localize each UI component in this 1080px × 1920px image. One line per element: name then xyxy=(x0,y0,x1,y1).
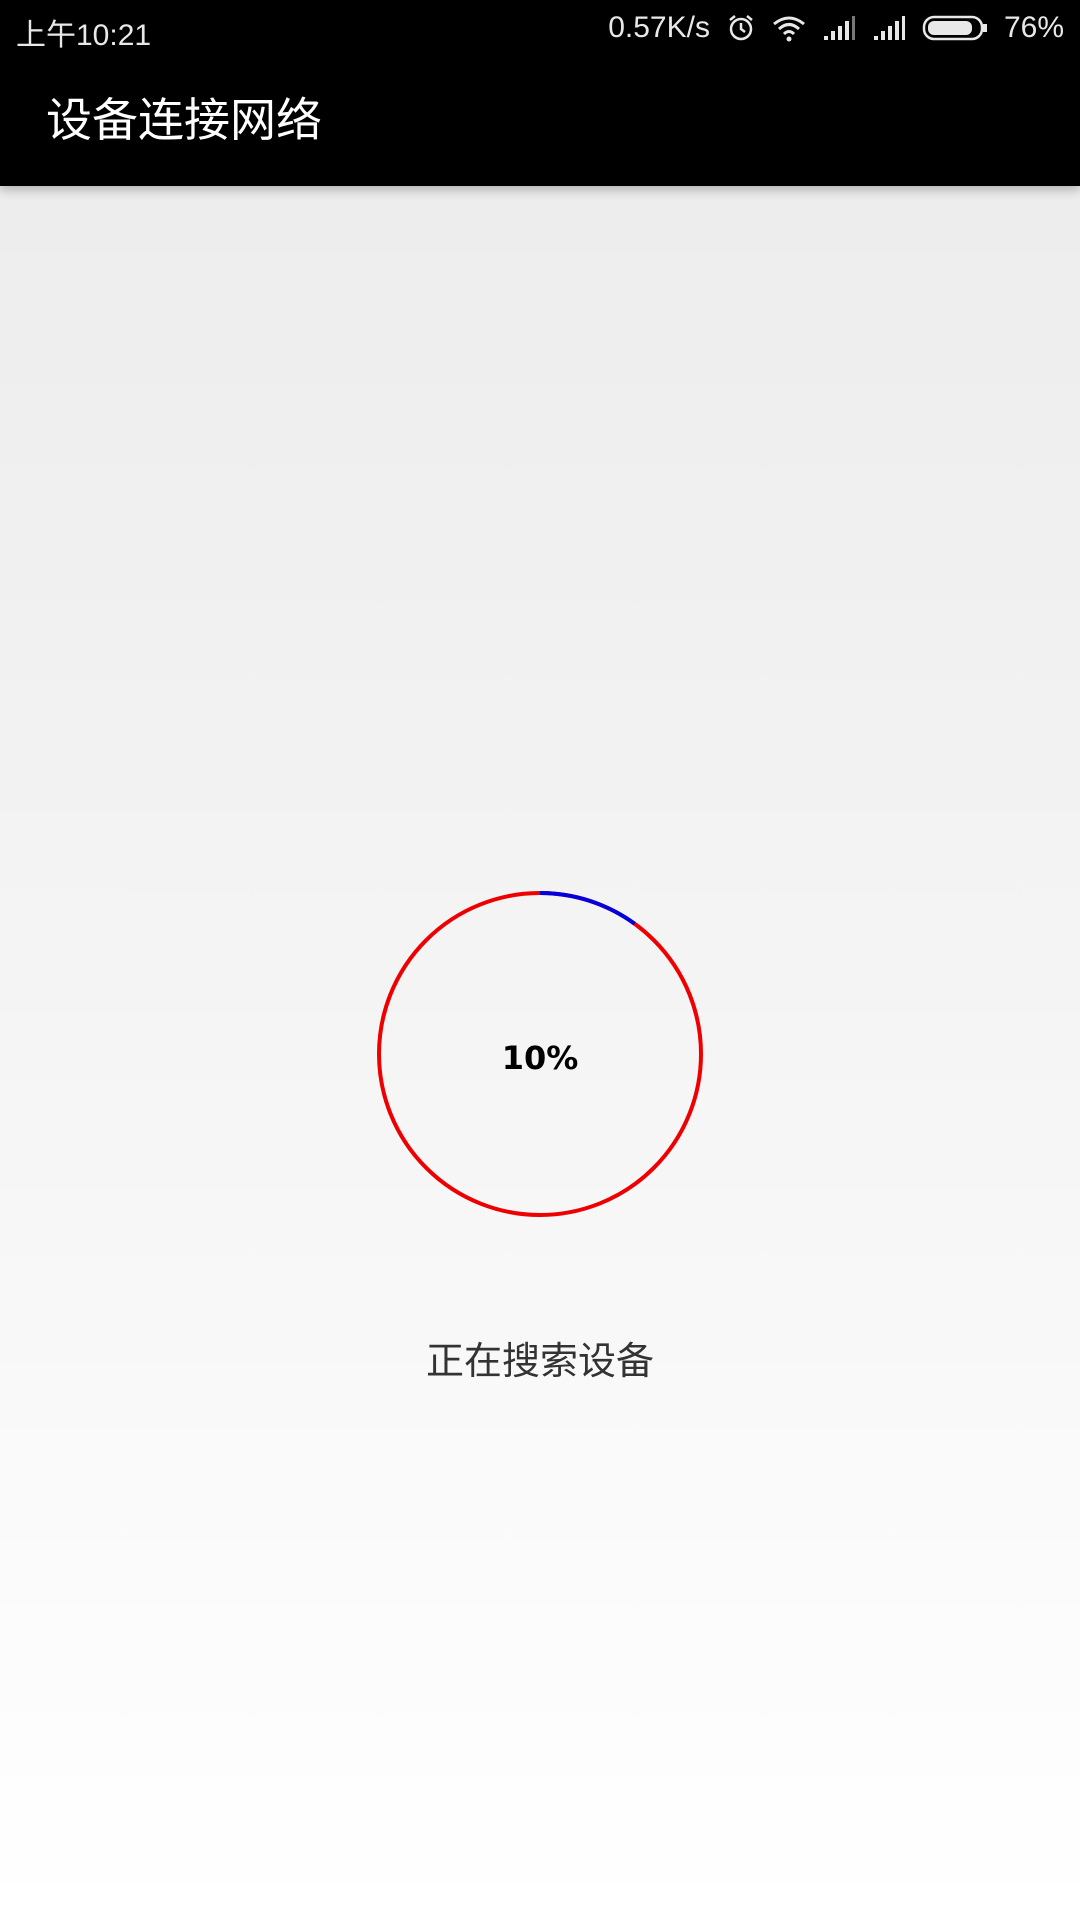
status-bar: 上午10:21 0.57K/s 76% xyxy=(0,0,1080,56)
status-time: 上午10:21 xyxy=(16,19,152,52)
status-message: 正在搜索设备 xyxy=(425,1339,654,1383)
wifi-icon xyxy=(772,14,806,42)
progress-percent: 10% xyxy=(501,1039,579,1077)
page-title: 设备连接网络 xyxy=(46,93,322,147)
alarm-icon xyxy=(726,13,756,43)
toolbar: 设备连接网络 xyxy=(0,56,1080,186)
signal-icon xyxy=(872,14,906,42)
battery-percent: 76% xyxy=(1003,11,1064,44)
circular-progress: 10% xyxy=(374,888,706,1220)
status-icons: 0.57K/s 76% xyxy=(608,8,1064,48)
battery-icon xyxy=(922,14,988,42)
network-speed: 0.57K/s xyxy=(608,11,710,44)
signal-icon xyxy=(822,14,856,42)
